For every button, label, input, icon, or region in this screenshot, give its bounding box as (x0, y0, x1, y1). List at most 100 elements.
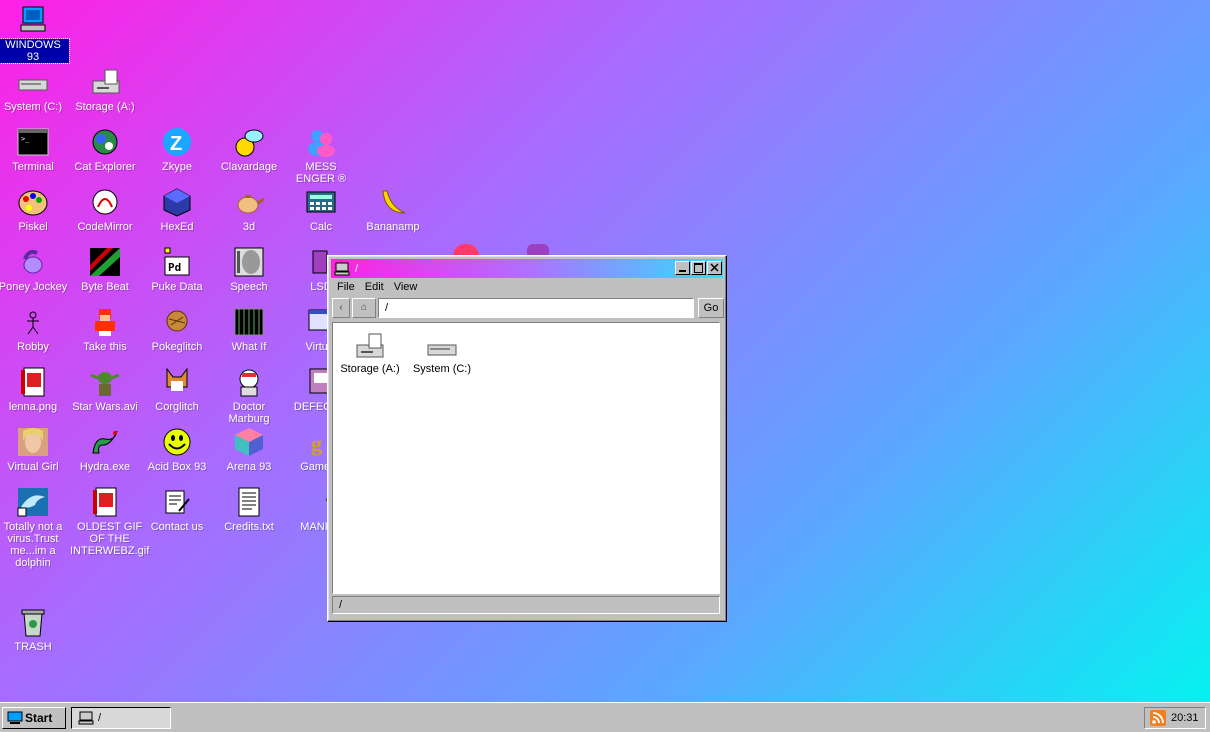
menu-file[interactable]: File (332, 280, 360, 298)
desktop-icon-3d[interactable]: 3d (213, 185, 285, 233)
codemirror-icon (88, 185, 122, 219)
desktop-icon-storage-a[interactable]: Storage (A:) (69, 65, 141, 113)
window-titlebar[interactable]: / (331, 259, 723, 278)
desktop-icon-credits[interactable]: Credits.txt (213, 485, 285, 533)
arena-cube-icon (232, 425, 266, 459)
desktop-icon-dolphin[interactable]: Totally not a virus.Trust me...im a dolp… (0, 485, 69, 569)
icon-label: Storage (A:) (75, 101, 135, 113)
icon-label: Totally not a virus.Trust me...im a dolp… (3, 521, 63, 569)
icon-label: Speech (230, 281, 268, 293)
icon-label: Credits.txt (224, 521, 274, 533)
address-bar: ‹ ⌂ / Go (332, 298, 724, 320)
close-button[interactable] (707, 261, 722, 275)
icon-label: Doctor Marburg (228, 401, 270, 425)
desktop-icon-oldest-gif[interactable]: OLDEST GIF OF THE INTERWEBZ.gif (69, 485, 149, 557)
floppy-drive-icon (353, 331, 387, 361)
puredata-icon: Pd (160, 245, 194, 279)
maximize-button[interactable] (691, 261, 706, 275)
taskbar-item-explorer[interactable]: / (71, 707, 171, 729)
desktop-icon-lenna[interactable]: lenna.png (0, 365, 69, 413)
pokeglitch-icon (160, 305, 194, 339)
start-button[interactable]: Start (2, 707, 66, 729)
desktop-icon-contact-us[interactable]: Contact us (141, 485, 213, 533)
desktop-icon-take-this[interactable]: Take this (69, 305, 141, 353)
acid-smiley-icon (160, 425, 194, 459)
desktop-icon-codemirror[interactable]: CodeMirror (69, 185, 141, 233)
desktop-icon-arena[interactable]: Arena 93 (213, 425, 285, 473)
terminal-icon: >_ (16, 125, 50, 159)
trash-icon (16, 605, 50, 639)
rss-icon[interactable] (1150, 710, 1166, 726)
icon-label: Hydra.exe (79, 461, 131, 473)
icon-label: Zkype (162, 161, 192, 173)
svg-text:Z: Z (170, 133, 182, 155)
menu-bar: File Edit View (332, 280, 422, 298)
desktop-icon-byte-beat[interactable]: Byte Beat (69, 245, 141, 293)
computer-icon (16, 3, 50, 37)
file-item-storage-a[interactable]: Storage (A:) (335, 331, 405, 375)
zkype-icon: Z (160, 125, 194, 159)
taskbar: Start / 20:31 (0, 702, 1210, 732)
icon-label: Terminal (12, 161, 54, 173)
desktop-icon-speech[interactable]: Speech (213, 245, 285, 293)
desktop-icon-piskel[interactable]: Piskel (0, 185, 69, 233)
address-input[interactable]: / (378, 298, 694, 318)
desktop-icon-puke-data[interactable]: Pd Puke Data (141, 245, 213, 293)
computer-icon (78, 711, 94, 725)
desktop-icon-terminal[interactable]: >_ Terminal (0, 125, 69, 173)
desktop-icon-robby[interactable]: Robby (0, 305, 69, 353)
icon-label: Calc (309, 221, 332, 233)
home-button[interactable]: ⌂ (352, 298, 376, 318)
menu-view[interactable]: View (389, 280, 423, 298)
file-item-label: System (C:) (412, 363, 472, 375)
desktop-icon-what-if[interactable]: What If (213, 305, 285, 353)
desktop-icon-poney-jockey[interactable]: Poney Jockey (0, 245, 69, 293)
desktop-icon-corglitch[interactable]: Corglitch (141, 365, 213, 413)
desktop-icon-zkype[interactable]: Z Zkype (141, 125, 213, 173)
desktop-icon-calc[interactable]: Calc (285, 185, 357, 233)
icon-label: Pokeglitch (151, 341, 203, 353)
desktop-icon-bananamp[interactable]: Bananamp (357, 185, 429, 233)
desktop-icon-messenger[interactable]: MESS ENGER ® (285, 125, 357, 185)
gif-file-icon (88, 485, 122, 519)
minimize-icon (679, 270, 686, 272)
menu-edit[interactable]: Edit (360, 280, 389, 298)
contact-icon (160, 485, 194, 519)
image-file-icon (16, 365, 50, 399)
desktop-icon-hexed[interactable]: HexEd (141, 185, 213, 233)
icon-label: Take this (83, 341, 127, 353)
window-title: / (355, 262, 359, 275)
icon-label: Arena 93 (226, 461, 272, 473)
floppy-drive-icon (88, 65, 122, 99)
home-icon: ⌂ (360, 302, 368, 313)
face-icon (232, 245, 266, 279)
clock[interactable]: 20:31 (1171, 712, 1199, 724)
explorer-window[interactable]: / File Edit View ‹ ⌂ / Go Storage (A:) S… (327, 255, 727, 622)
cat-globe-icon (88, 125, 122, 159)
drive-icon (425, 331, 459, 361)
computer-icon (334, 262, 350, 276)
yoda-icon (88, 365, 122, 399)
dolphin-icon (16, 485, 50, 519)
desktop-icon-windows93[interactable]: WINDOWS 93 (0, 3, 70, 64)
minimize-button[interactable] (675, 261, 690, 275)
desktop-icon-clavardage[interactable]: Clavardage (213, 125, 285, 173)
file-item-label: Storage (A:) (340, 363, 400, 375)
file-item-system-c[interactable]: System (C:) (407, 331, 477, 375)
desktop-icon-cat-explorer[interactable]: Cat Explorer (69, 125, 141, 173)
go-button[interactable]: Go (698, 298, 724, 318)
desktop-icon-pokeglitch[interactable]: Pokeglitch (141, 305, 213, 353)
desktop-icon-trash[interactable]: TRASH (0, 605, 69, 653)
desktop-icon-doctor-marburg[interactable]: Doctor Marburg (213, 365, 285, 425)
icon-label: lenna.png (8, 401, 58, 413)
icon-label: Star Wars.avi (72, 401, 138, 413)
desktop-icon-star-wars[interactable]: Star Wars.avi (69, 365, 141, 413)
desktop-icon-hydra[interactable]: Hydra.exe (69, 425, 141, 473)
icon-label: Byte Beat (81, 281, 129, 293)
desktop-icon-acid-box[interactable]: Acid Box 93 (141, 425, 213, 473)
desktop-icon-virtual-girl[interactable]: Virtual Girl (0, 425, 69, 473)
chat-smiley-icon (232, 125, 266, 159)
back-button[interactable]: ‹ (332, 298, 350, 318)
desktop-icon-system-c[interactable]: System (C:) (0, 65, 69, 113)
bytebeat-icon (88, 245, 122, 279)
